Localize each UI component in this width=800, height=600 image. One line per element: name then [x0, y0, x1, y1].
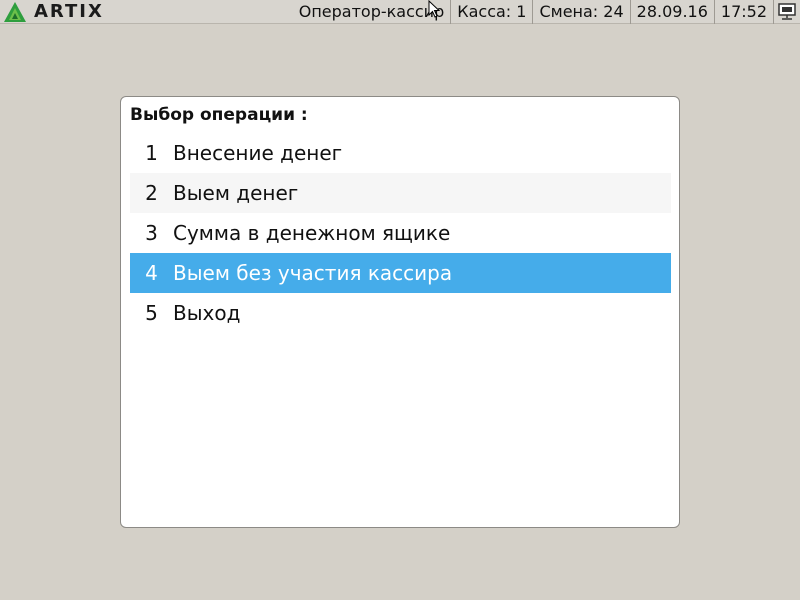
- operation-menu: 1 Внесение денег 2 Выем денег 3 Сумма в …: [130, 133, 671, 333]
- shift-status: Смена: 24: [532, 0, 629, 24]
- mouse-cursor-icon: [428, 0, 440, 18]
- menu-item-number: 4: [145, 261, 158, 285]
- menu-item-cash-out[interactable]: 2 Выем денег: [130, 173, 671, 213]
- menu-item-label: Выем без участия кассира: [173, 261, 453, 285]
- panel-title: Выбор операции :: [130, 105, 308, 125]
- menu-item-number: 5: [145, 301, 158, 325]
- menu-item-number: 2: [145, 181, 158, 205]
- menu-item-label: Внесение денег: [173, 141, 343, 165]
- menu-item-drawer-sum[interactable]: 3 Сумма в денежном ящике: [130, 213, 671, 253]
- logo-text: ARTIX: [34, 1, 104, 22]
- menu-item-number: 3: [145, 221, 158, 245]
- date-status: 28.09.16: [629, 0, 714, 24]
- network-status-icon: [773, 0, 800, 24]
- menu-item-exit[interactable]: 5 Выход: [130, 293, 671, 333]
- menu-item-label: Выем денег: [173, 181, 299, 205]
- top-status-bar: ARTIX Оператор-кассир Касса: 1 Смена: 24…: [0, 0, 800, 24]
- menu-item-cash-out-without-cashier[interactable]: 4 Выем без участия кассира: [130, 253, 671, 293]
- status-area: Оператор-кассир Касса: 1 Смена: 24 28.09…: [293, 0, 800, 24]
- menu-item-label: Сумма в денежном ящике: [173, 221, 451, 245]
- time-status: 17:52: [713, 0, 773, 24]
- register-status: Касса: 1: [450, 0, 532, 24]
- operator-status: Оператор-кассир: [298, 1, 445, 21]
- menu-item-cash-in[interactable]: 1 Внесение денег: [130, 133, 671, 173]
- menu-item-label: Выход: [173, 301, 241, 325]
- artix-logo: ARTIX: [0, 0, 266, 24]
- operation-selection-panel: Выбор операции : 1 Внесение денег 2 Выем…: [120, 96, 680, 528]
- artix-logo-icon: [4, 1, 26, 22]
- menu-item-number: 1: [145, 141, 158, 165]
